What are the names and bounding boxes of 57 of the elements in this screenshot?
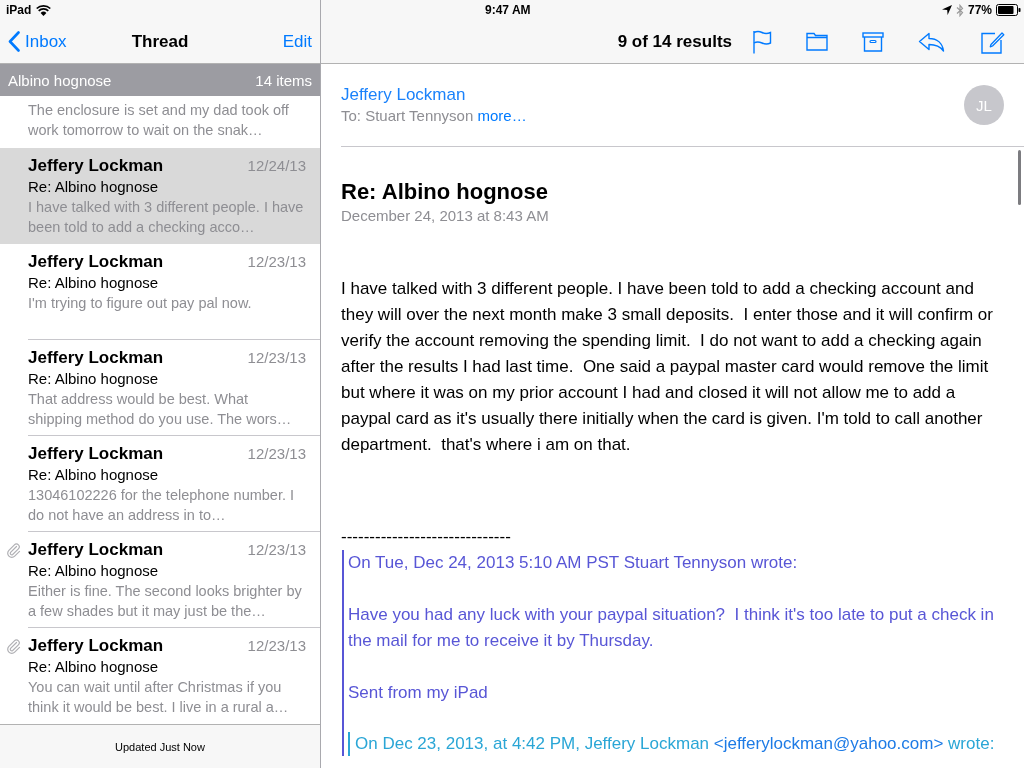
chevron-left-icon <box>8 31 20 52</box>
battery-percent: 77% <box>967 3 992 17</box>
message-preview: That address would be best. What shipping method do you use. The wors… <box>28 390 293 429</box>
quote-paragraph: On Tue, Dec 24, 2013 5:10 AM PST Stuart Tennyson wrote: <box>348 552 799 574</box>
message-date: 12/24/13 <box>247 156 306 176</box>
recipient-line: To: Stuart Tennyson more… <box>341 106 527 126</box>
wifi-icon <box>36 4 52 16</box>
thread-title: Albino hognose <box>8 71 112 89</box>
message-date: 12/23/13 <box>247 636 306 656</box>
message-date: 12/23/13 <box>247 348 306 368</box>
email-body: I have talked with 3 different people. I have been told to add a checking account and they will over the next month make 3 small deposits. I enter those and it will confirm or verify the account removing the spending limit. I do not want to add a checking again after the results I had last time. One said a paypal master card would remove the limit but where it was on my prior account I had and closed it will not allow me to add a paypal card as it's usually there initially when the card is given. I'm told to call another department. that's where i am on that. <box>341 278 994 456</box>
message-date: 12/23/13 <box>247 444 306 464</box>
sender-name: Jeffery Lockman <box>28 155 164 177</box>
message-subject: Re: Albino hognose <box>28 369 160 389</box>
email-date: December 24, 2013 at 8:43 AM <box>341 206 550 226</box>
reply-icon[interactable] <box>918 31 945 52</box>
sender-name: Jeffery Lockman <box>28 635 164 657</box>
item-count: 14 items <box>255 71 312 89</box>
avatar: JL <box>964 85 1004 125</box>
message-preview: You can wait until after Christmas if you think it would be best. I live in a rural a… <box>28 678 290 717</box>
bluetooth-icon <box>955 3 964 17</box>
nav-title: Thread <box>131 31 189 52</box>
sender-name: Jeffery Lockman <box>28 539 164 561</box>
clock: 9:47 AM <box>485 3 531 17</box>
location-arrow-icon <box>941 5 952 15</box>
quote-paragraph: Have you had any luck with your paypal situation? I think it's too late to put a check in the mail for me to receive it by Thursday. <box>348 604 995 652</box>
message-preview: 13046102226 for the telephone number. I do not have an address in to… <box>28 486 296 525</box>
scroll-indicator <box>1018 150 1021 205</box>
message-preview: Either is fine. The second looks brighter by a few shades but it may just be the… <box>28 582 303 621</box>
quote-paragraph: Sent from my iPad <box>348 682 489 704</box>
email-subject: Re: Albino hognose <box>341 178 549 206</box>
edit-button[interactable]: Edit <box>282 31 312 52</box>
nested-quote-header: On Dec 23, 2013, at 4:42 PM, Jeffery Lockman <jefferylockman@yahoo.com> wrote: <box>355 733 996 755</box>
message-preview: I'm trying to figure out pay pal now. <box>28 294 253 313</box>
sender-name: Jeffery Lockman <box>28 251 164 273</box>
message-subject: Re: Albino hognose <box>28 657 160 677</box>
battery-icon <box>996 4 1021 16</box>
message-date: 12/23/13 <box>247 252 306 272</box>
message-subject: Re: Albino hognose <box>28 273 160 293</box>
email-link[interactable]: <jefferylockman@yahoo.com> <box>713 734 944 753</box>
more-link[interactable]: more… <box>477 107 527 124</box>
update-status: Updated Just Now <box>115 740 205 753</box>
back-button[interactable]: Inbox <box>8 31 67 52</box>
message-subject: Re: Albino hognose <box>28 561 160 581</box>
message-subject: Re: Albino hognose <box>28 177 160 197</box>
sender-name: Jeffery Lockman <box>28 347 164 369</box>
message-preview: The enclosure is set and my dad took off work tomorrow to wait on the snak… <box>28 101 290 140</box>
device-name: iPad <box>6 3 32 17</box>
result-count: 9 of 14 results <box>617 31 732 52</box>
sender-link[interactable]: Jeffery Lockman <box>341 84 527 106</box>
flag-icon[interactable] <box>752 29 772 54</box>
message-subject: Re: Albino hognose <box>28 465 160 485</box>
dashed-separator: ------------------------------ <box>341 526 512 548</box>
sender-name: Jeffery Lockman <box>28 443 164 465</box>
message-date: 12/23/13 <box>247 540 306 560</box>
archive-box-icon[interactable] <box>862 31 884 52</box>
folder-icon[interactable] <box>806 32 828 51</box>
